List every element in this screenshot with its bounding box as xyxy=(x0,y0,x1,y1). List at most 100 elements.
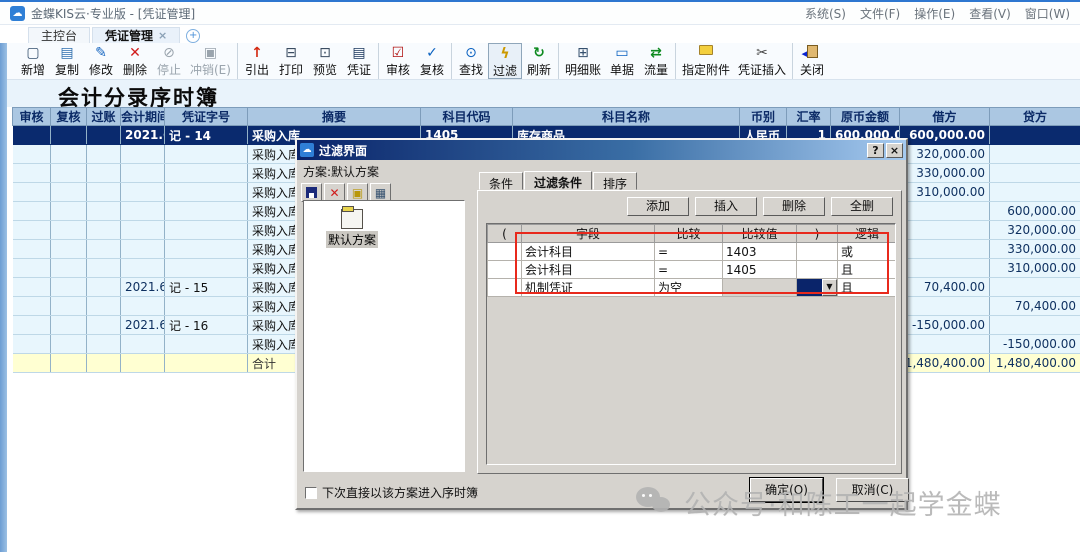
column-header-科目代码[interactable]: 科目代码 xyxy=(421,108,513,126)
toolbar-button-关闭[interactable]: 关闭 xyxy=(795,43,829,79)
condition-row[interactable]: 机制凭证为空 ▼且 xyxy=(488,279,897,297)
condition-cell[interactable]: 或 xyxy=(838,243,897,261)
filter-tab-排序[interactable]: 排序 xyxy=(593,172,637,190)
toolbar-button-label: 复核 xyxy=(420,61,444,78)
window-titlebar: ☁ 金蝶KIS云·专业版 - [凭证管理] 系统(S)文件(F)操作(E)查看(… xyxy=(0,0,1080,25)
column-header-会计期间[interactable]: 会计期间 xyxy=(121,108,165,126)
tab-close-icon[interactable]: × xyxy=(158,29,167,42)
dialog-help-button[interactable]: ? xyxy=(867,143,884,158)
column-header-科目名称[interactable]: 科目名称 xyxy=(513,108,740,126)
column-header-贷方[interactable]: 贷方 xyxy=(990,108,1080,126)
filter-dialog-titlebar[interactable]: ☁ 过滤界面 ? × xyxy=(297,140,906,160)
column-header-复核[interactable]: 复核 xyxy=(51,108,87,126)
menu-item[interactable]: 操作(E) xyxy=(914,5,955,22)
condition-cell[interactable] xyxy=(723,279,797,297)
toolbar-button-引出[interactable]: 引出 xyxy=(240,43,274,79)
cancel-button[interactable]: 取消(C) xyxy=(836,478,909,502)
condition-button-删除[interactable]: 删除 xyxy=(763,197,825,216)
tab-label: 主控台 xyxy=(41,27,77,44)
condition-cell[interactable] xyxy=(488,243,522,261)
tab-主控台[interactable]: 主控台 xyxy=(28,27,90,43)
condition-cell[interactable]: 且 xyxy=(838,279,897,297)
menu-item[interactable]: 系统(S) xyxy=(805,5,846,22)
condition-row[interactable]: 会计科目=1405 且 xyxy=(488,261,897,279)
toolbar-button-指定附件[interactable]: 指定附件 xyxy=(678,43,734,79)
toolbar-button-过滤[interactable]: 过滤 xyxy=(488,43,522,79)
column-header-币别[interactable]: 币别 xyxy=(740,108,787,126)
condition-cell[interactable]: 1403 xyxy=(723,243,797,261)
toolbar-button-预览[interactable]: 预览 xyxy=(308,43,342,79)
menu-item[interactable]: 窗口(W) xyxy=(1025,5,1070,22)
toolbar-button-流量[interactable]: 流量 xyxy=(639,43,673,79)
cell xyxy=(51,164,87,183)
filter-tab-条件[interactable]: 条件 xyxy=(479,172,523,190)
column-header-摘要[interactable]: 摘要 xyxy=(248,108,421,126)
cell xyxy=(87,221,121,240)
toolbar-button-复核[interactable]: 复核 xyxy=(415,43,449,79)
toolbar-button-单据[interactable]: 单据 xyxy=(605,43,639,79)
toolbar-button-修改[interactable]: 修改 xyxy=(84,43,118,79)
toolbar-button-查找[interactable]: 查找 xyxy=(454,43,488,79)
toolbar-button-冲销(E): 冲销(E) xyxy=(186,43,235,79)
toolbar-button-新增[interactable]: 新增 xyxy=(16,43,50,79)
scheme-listbox[interactable]: 默认方案 xyxy=(303,200,465,472)
condition-cell[interactable]: 1405 xyxy=(723,261,797,279)
toolbar-button-凭证插入[interactable]: 凭证插入 xyxy=(734,43,790,79)
condition-cell[interactable]: 会计科目 xyxy=(522,243,655,261)
column-header-审核[interactable]: 审核 xyxy=(13,108,51,126)
ok-button[interactable]: 确定(O) xyxy=(750,478,823,502)
condition-button-插入[interactable]: 插入 xyxy=(695,197,757,216)
toolbar-button-明细账[interactable]: 明细账 xyxy=(561,43,605,79)
toolbar-button-刷新[interactable]: 刷新 xyxy=(522,43,556,79)
condition-cell[interactable] xyxy=(797,261,838,279)
toolbar-button-复制[interactable]: 复制 xyxy=(50,43,84,79)
cell xyxy=(51,202,87,221)
condition-cell[interactable] xyxy=(797,243,838,261)
column-header-借方[interactable]: 借方 xyxy=(900,108,990,126)
condition-row[interactable]: 会计科目=1403 或 xyxy=(488,243,897,261)
main-toolbar: 新增复制修改删除停止冲销(E)引出打印预览凭证审核复核查找过滤刷新明细账单据流量… xyxy=(0,43,1080,80)
toolbar-button-label: 单据 xyxy=(610,61,634,78)
column-header-原币金额[interactable]: 原币金额 xyxy=(831,108,900,126)
condition-column-逻辑: 逻辑 xyxy=(838,225,897,243)
toolbar-button-删除[interactable]: 删除 xyxy=(118,43,152,79)
column-header-过账[interactable]: 过账 xyxy=(87,108,121,126)
toolbar-button-label: 流量 xyxy=(644,61,668,78)
condition-cell[interactable]: = xyxy=(655,243,723,261)
condition-cell[interactable]: 为空 xyxy=(655,279,723,297)
column-header-凭证字号[interactable]: 凭证字号 xyxy=(165,108,248,126)
toolbar-button-label: 查找 xyxy=(459,61,483,78)
scheme-copy-icon xyxy=(352,186,363,200)
window-title: 金蝶KIS云·专业版 - [凭证管理] xyxy=(31,5,195,22)
condition-cell[interactable] xyxy=(488,261,522,279)
menu-item[interactable]: 文件(F) xyxy=(860,5,900,22)
toolbar-button-打印[interactable]: 打印 xyxy=(274,43,308,79)
condition-cell[interactable]: 且 xyxy=(838,261,897,279)
condition-button-全删[interactable]: 全删 xyxy=(831,197,893,216)
total-cell xyxy=(87,354,121,373)
dialog-close-button[interactable]: × xyxy=(886,143,903,158)
menu-item[interactable]: 查看(V) xyxy=(969,5,1011,22)
cell: 320,000.00 xyxy=(900,145,990,164)
new-tab-icon[interactable]: + xyxy=(186,29,200,43)
tab-凭证管理[interactable]: 凭证管理× xyxy=(92,27,180,43)
condition-cell[interactable]: = xyxy=(655,261,723,279)
remember-scheme-checkbox[interactable] xyxy=(305,487,317,499)
cell: 2021.6 xyxy=(121,278,165,297)
condition-button-添加[interactable]: 添加 xyxy=(627,197,689,216)
condition-cell[interactable]: 机制凭证 xyxy=(522,279,655,297)
toolbar-button-凭证[interactable]: 凭证 xyxy=(342,43,376,79)
cell xyxy=(51,183,87,202)
filter-icon xyxy=(500,46,509,62)
toolbar-button-label: 凭证插入 xyxy=(738,61,786,78)
scheme-item-default[interactable]: 默认方案 xyxy=(322,209,382,248)
column-header-汇率[interactable]: 汇率 xyxy=(787,108,831,126)
filter-tab-过滤条件[interactable]: 过滤条件 xyxy=(524,171,592,190)
dropdown-arrow-icon[interactable]: ▼ xyxy=(822,279,837,296)
toolbar-button-审核[interactable]: 审核 xyxy=(381,43,415,79)
cell xyxy=(121,221,165,240)
condition-cell[interactable]: ▼ xyxy=(797,279,838,297)
condition-cell[interactable]: 会计科目 xyxy=(522,261,655,279)
condition-cell[interactable] xyxy=(488,279,522,297)
cell xyxy=(13,145,51,164)
